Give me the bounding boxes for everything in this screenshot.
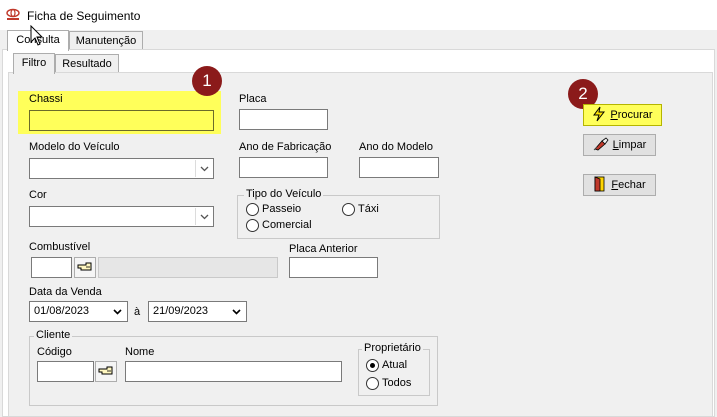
data-venda-from-value: 01/08/2023 xyxy=(34,305,90,317)
date-range-separator: à xyxy=(134,306,141,318)
proprietario-title: Proprietário xyxy=(362,342,423,355)
tab-filtro[interactable]: Filtro xyxy=(13,53,55,74)
fechar-label: Fechar xyxy=(611,179,646,191)
cliente-codigo-input[interactable] xyxy=(37,361,94,382)
pointing-hand-icon xyxy=(98,364,114,379)
combustivel-lookup-button[interactable] xyxy=(74,257,96,278)
app-icon xyxy=(6,8,20,22)
radio-taxi[interactable]: Táxi xyxy=(342,203,379,216)
placa-label: Placa xyxy=(239,93,267,105)
ano-modelo-label: Ano do Modelo xyxy=(359,141,433,153)
radio-taxi-label: Táxi xyxy=(358,203,379,215)
chevron-down-icon[interactable] xyxy=(195,208,212,225)
tipo-veiculo-group xyxy=(237,195,440,239)
chevron-down-icon[interactable] xyxy=(228,303,245,320)
cliente-title: Cliente xyxy=(34,329,73,342)
radio-circle-selected[interactable] xyxy=(366,359,379,372)
placa-input[interactable] xyxy=(239,109,328,130)
ano-fabricacao-input[interactable] xyxy=(239,157,328,178)
cliente-nome-input[interactable] xyxy=(125,361,342,382)
data-venda-from[interactable]: 01/08/2023 xyxy=(29,301,128,322)
chevron-down-icon[interactable] xyxy=(195,160,212,177)
procurar-button[interactable]: Procurar xyxy=(583,104,662,126)
mouse-cursor-icon xyxy=(30,24,44,50)
pointing-hand-icon xyxy=(77,260,93,275)
radio-comercial-label: Comercial xyxy=(262,219,312,231)
lightning-icon xyxy=(592,106,606,125)
data-venda-to[interactable]: 21/09/2023 xyxy=(148,301,247,322)
modelo-combo[interactable] xyxy=(29,158,214,179)
fechar-button[interactable]: Fechar xyxy=(583,174,656,196)
combustivel-label: Combustível xyxy=(29,241,91,253)
ano-fabricacao-label: Ano de Fabricação xyxy=(239,141,332,153)
limpar-label: Limpar xyxy=(612,139,647,151)
chassi-label: Chassi xyxy=(29,93,63,105)
radio-circle[interactable] xyxy=(246,203,259,216)
annotation-badge-1: 1 xyxy=(192,66,222,96)
radio-circle[interactable] xyxy=(342,203,355,216)
radio-comercial[interactable]: Comercial xyxy=(246,219,312,232)
ano-modelo-input[interactable] xyxy=(359,157,439,178)
radio-passeio[interactable]: Passeio xyxy=(246,203,301,216)
cor-combo[interactable] xyxy=(29,206,214,227)
cor-label: Cor xyxy=(29,189,47,201)
data-venda-to-value: 21/09/2023 xyxy=(153,305,209,317)
radio-atual-label: Atual xyxy=(382,359,408,371)
data-venda-label: Data da Venda xyxy=(29,286,102,298)
radio-passeio-label: Passeio xyxy=(262,203,302,215)
chassi-input[interactable] xyxy=(29,110,214,131)
nome-label: Nome xyxy=(125,346,155,358)
tipo-veiculo-title: Tipo do Veículo xyxy=(244,188,324,201)
radio-todos-label: Todos xyxy=(382,377,412,389)
modelo-label: Modelo do Veículo xyxy=(29,141,120,153)
window-title: Ficha de Seguimento xyxy=(27,9,141,23)
limpar-button[interactable]: Limpar xyxy=(583,134,656,156)
eraser-brush-icon xyxy=(593,136,609,154)
cliente-lookup-button[interactable] xyxy=(95,361,117,382)
placa-anterior-input[interactable] xyxy=(289,257,378,278)
radio-todos[interactable]: Todos xyxy=(366,377,411,390)
combustivel-description xyxy=(98,257,278,278)
procurar-label: Procurar xyxy=(610,109,653,121)
tab-manutencao[interactable]: Manutenção xyxy=(69,31,143,50)
combustivel-code-input[interactable] xyxy=(31,257,72,278)
radio-atual[interactable]: Atual xyxy=(366,359,407,372)
exit-door-icon xyxy=(593,175,607,195)
radio-circle[interactable] xyxy=(246,219,259,232)
tab-resultado[interactable]: Resultado xyxy=(55,54,119,73)
radio-circle[interactable] xyxy=(366,377,379,390)
placa-anterior-label: Placa Anterior xyxy=(289,243,358,255)
chevron-down-icon[interactable] xyxy=(109,303,126,320)
codigo-label: Código xyxy=(37,346,72,358)
